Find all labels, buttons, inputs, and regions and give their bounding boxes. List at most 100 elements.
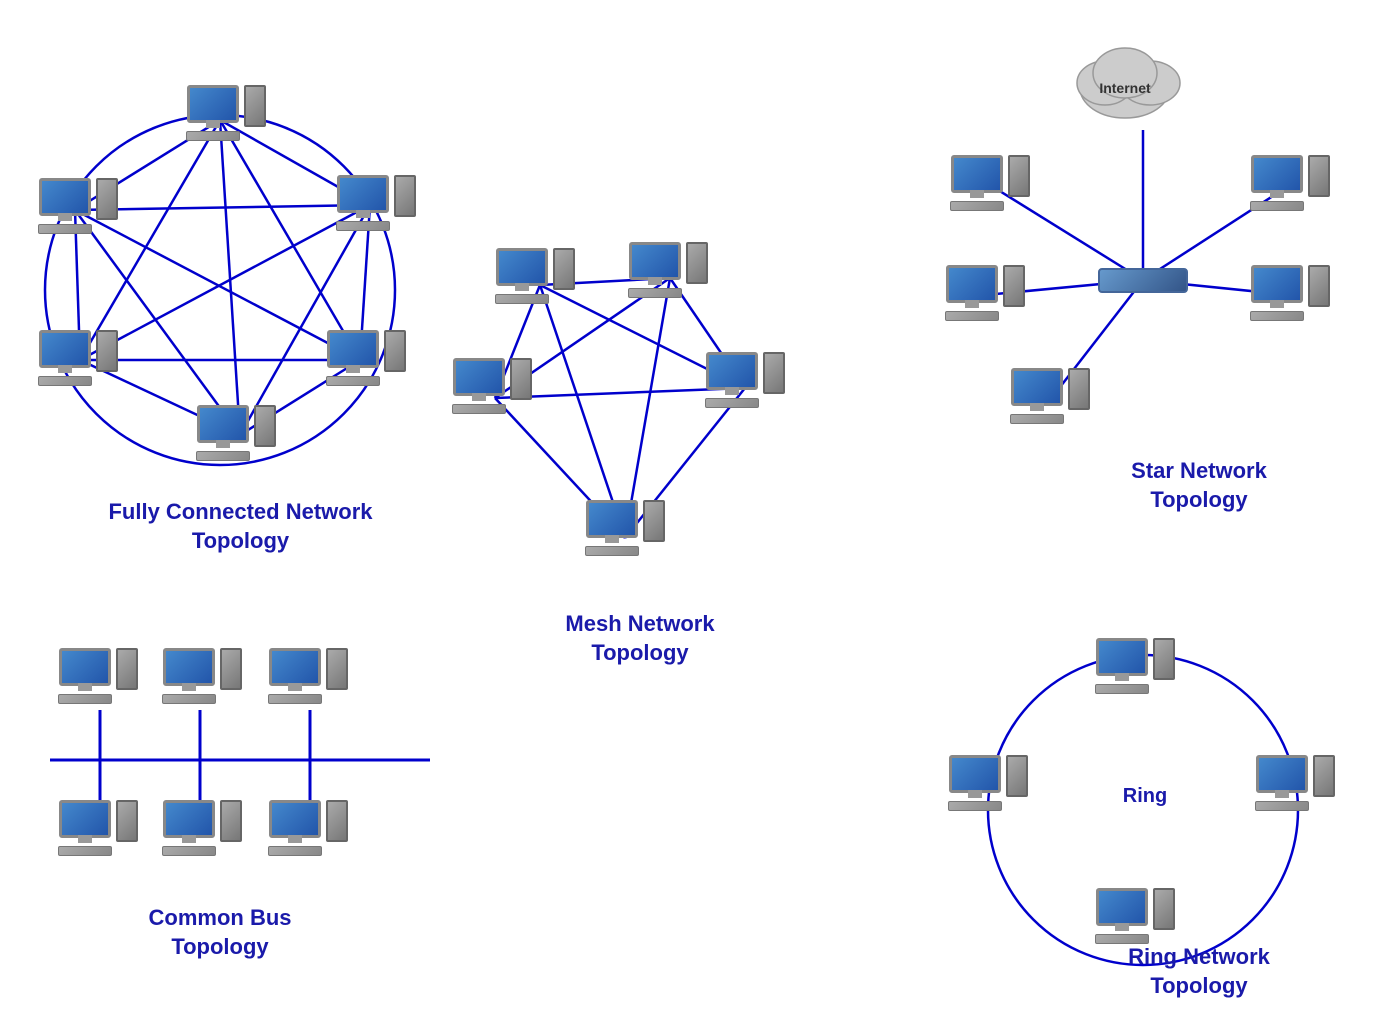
svg-text:Internet: Internet [1099, 80, 1151, 96]
keyboard-icon [268, 846, 322, 856]
mesh-computer-ml [452, 358, 506, 414]
fc-computer-tr [336, 175, 390, 231]
star-computer-mr [1250, 265, 1304, 321]
tower-icon [510, 358, 532, 400]
ring-computer-bot [1095, 888, 1149, 944]
tower-icon [686, 242, 708, 284]
fc-computer-top [186, 85, 240, 141]
tower-icon [116, 648, 138, 690]
monitor-icon [197, 405, 249, 443]
star-computer-tl [950, 155, 1004, 211]
keyboard-icon [585, 546, 639, 556]
ring-computer-top [1095, 638, 1149, 694]
diagram-container: Fully Connected Network Topology [0, 0, 1398, 1036]
tower-icon [643, 500, 665, 542]
keyboard-icon [705, 398, 759, 408]
keyboard-icon [38, 224, 92, 234]
mesh-computer-bot [585, 500, 639, 556]
keyboard-icon [495, 294, 549, 304]
tower-icon [384, 330, 406, 372]
tower-icon [1006, 755, 1028, 797]
keyboard-icon [162, 846, 216, 856]
tower-icon [220, 648, 242, 690]
monitor-icon [59, 648, 111, 686]
star-switch [1098, 268, 1188, 293]
keyboard-icon [1255, 801, 1309, 811]
keyboard-icon [948, 801, 1002, 811]
keyboard-icon [1250, 201, 1304, 211]
keyboard-icon [950, 201, 1004, 211]
monitor-icon [946, 265, 998, 303]
keyboard-icon [58, 846, 112, 856]
star-computer-tr [1250, 155, 1304, 211]
bus-computer-b1 [58, 800, 112, 856]
monitor-icon [163, 648, 215, 686]
bus-computer-t3 [268, 648, 322, 704]
tower-icon [220, 800, 242, 842]
ring-computer-right [1255, 755, 1309, 811]
monitor-icon [269, 800, 321, 838]
tower-icon [96, 178, 118, 220]
monitor-icon [1011, 368, 1063, 406]
monitor-icon [163, 800, 215, 838]
tower-icon [1008, 155, 1030, 197]
monitor-icon [39, 330, 91, 368]
tower-icon [1068, 368, 1090, 410]
keyboard-icon [452, 404, 506, 414]
tower-icon [1003, 265, 1025, 307]
keyboard-icon [38, 376, 92, 386]
keyboard-icon [1095, 684, 1149, 694]
monitor-icon [327, 330, 379, 368]
monitor-icon [951, 155, 1003, 193]
monitor-icon [949, 755, 1001, 793]
tower-icon [96, 330, 118, 372]
monitor-icon [1251, 155, 1303, 193]
bus-computer-b2 [162, 800, 216, 856]
keyboard-icon [186, 131, 240, 141]
fc-computer-bl [38, 330, 92, 386]
tower-icon [1308, 155, 1330, 197]
fully-connected-label: Fully Connected Network Topology [78, 498, 403, 555]
monitor-icon [337, 175, 389, 213]
bus-computer-t2 [162, 648, 216, 704]
monitor-icon [453, 358, 505, 396]
tower-icon [763, 352, 785, 394]
fc-computer-bot [196, 405, 250, 461]
monitor-icon [1251, 265, 1303, 303]
tower-icon [326, 800, 348, 842]
bus-computer-b3 [268, 800, 322, 856]
keyboard-icon [336, 221, 390, 231]
internet-cloud: Internet [1070, 28, 1200, 133]
monitor-icon [59, 800, 111, 838]
tower-icon [244, 85, 266, 127]
monitor-icon [187, 85, 239, 123]
keyboard-icon [326, 376, 380, 386]
fc-computer-tl [38, 178, 92, 234]
keyboard-icon [196, 451, 250, 461]
tower-icon [116, 800, 138, 842]
monitor-icon [1096, 888, 1148, 926]
keyboard-icon [58, 694, 112, 704]
bus-computer-t1 [58, 648, 112, 704]
tower-icon [553, 248, 575, 290]
keyboard-icon [268, 694, 322, 704]
monitor-icon [1096, 638, 1148, 676]
tower-icon [1308, 265, 1330, 307]
monitor-icon [269, 648, 321, 686]
mesh-computer-tr [628, 242, 682, 298]
monitor-icon [1256, 755, 1308, 793]
keyboard-icon [1010, 414, 1064, 424]
star-label: Star Network Topology [1099, 457, 1299, 514]
monitor-icon [706, 352, 758, 390]
keyboard-icon [945, 311, 999, 321]
keyboard-icon [162, 694, 216, 704]
tower-icon [326, 648, 348, 690]
monitor-icon [586, 500, 638, 538]
tower-icon [1153, 888, 1175, 930]
fc-computer-br [326, 330, 380, 386]
tower-icon [1153, 638, 1175, 680]
ring-label: Ring Network Topology [1099, 943, 1299, 1000]
monitor-icon [496, 248, 548, 286]
tower-icon [1313, 755, 1335, 797]
star-computer-ml [945, 265, 999, 321]
